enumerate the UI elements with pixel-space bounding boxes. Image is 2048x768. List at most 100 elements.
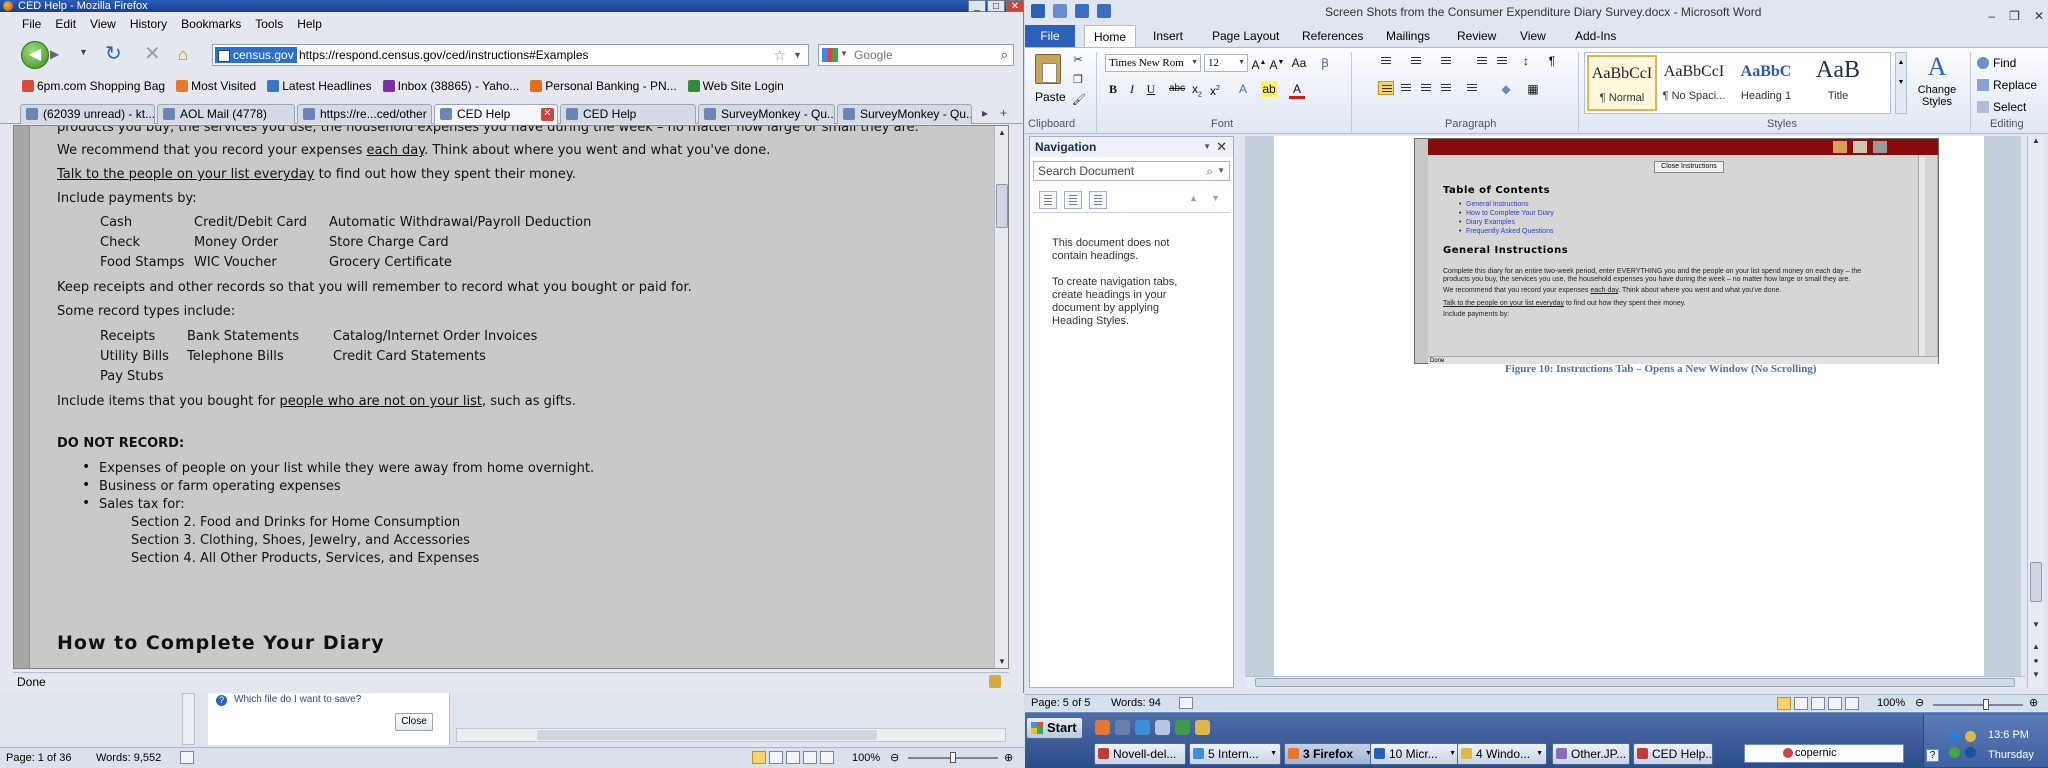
search-document-field[interactable]: Search Document ⌕ ▼ [1033,161,1230,181]
tab-census-other[interactable]: https://re...ced/other [297,104,432,124]
draft-view-icon[interactable] [1845,697,1859,710]
proofing-icon[interactable] [1179,697,1193,709]
scroll-thumb[interactable] [2030,562,2042,602]
scroll-up-icon[interactable]: ▲ [996,126,1008,139]
url-dropdown-icon[interactable]: ▼ [793,45,802,65]
minimize-button[interactable]: _ [968,0,986,12]
taskbar-windows-explorer[interactable]: 4 Windo... ▼ [1457,743,1547,765]
word-count[interactable]: Words: 94 [1111,695,1161,712]
lock-icon[interactable] [989,675,1001,688]
change-styles-button[interactable]: A Change Styles [1912,52,1962,112]
ie-quicklaunch-icon[interactable] [1135,720,1150,735]
page-count[interactable]: Page: 1 of 36 [6,748,71,768]
bookmark-item[interactable]: Personal Banking - PN... [530,76,677,96]
volume-icon[interactable] [1965,731,1976,742]
zoom-slider-knob[interactable] [950,752,956,763]
document-vertical-scrollbar[interactable]: ▲ ▼ ▲ ● ▼ [2027,136,2044,688]
tab-scroll-icon[interactable]: ▸ [982,106,988,120]
page-vertical-scrollbar[interactable]: ▲ ▼ [994,126,1008,668]
multilevel-list-icon[interactable] [1438,54,1454,68]
bookmark-item[interactable]: 6pm.com Shopping Bag [22,76,165,96]
calculator-quicklaunch-icon[interactable] [1155,720,1170,735]
superscript-icon[interactable]: x2 [1207,81,1223,98]
zoom-slider-knob[interactable] [1983,699,1989,710]
change-case-icon[interactable]: Aa [1291,55,1307,71]
tab-home[interactable]: Home [1084,25,1137,48]
shading-icon[interactable]: ◆ [1498,81,1514,97]
paste-icon[interactable] [1035,54,1061,84]
dropdown-icon[interactable]: ▼ [1238,55,1245,71]
history-dropdown-icon[interactable]: ▼ [79,47,88,57]
redo-icon[interactable] [1097,4,1111,18]
zoom-out-icon[interactable]: ⊖ [1915,695,1924,712]
align-center-icon[interactable] [1398,81,1414,95]
close-tab-icon[interactable]: ✕ [541,108,554,121]
folder-quicklaunch-icon[interactable] [1195,720,1210,735]
style-no-spacing[interactable]: AaBbCcI ¶ No Spaci... [1659,55,1729,111]
print-layout-view-icon[interactable] [752,751,766,764]
highlight-icon[interactable]: ab [1261,81,1277,97]
word-count[interactable]: Words: 9,552 [96,748,161,768]
full-screen-view-icon[interactable] [769,751,783,764]
search-input[interactable] [854,47,984,63]
increase-indent-icon[interactable] [1494,54,1510,68]
page-count[interactable]: Page: 5 of 5 [1031,695,1090,712]
search-dropdown-icon[interactable]: ▼ [1217,162,1225,180]
select-button[interactable]: Select [1977,96,2037,118]
shrink-font-icon[interactable]: A▼ [1269,55,1285,72]
draft-view-icon[interactable] [820,751,834,764]
tab-aol-mail[interactable]: AOL Mail (4778) [157,104,295,124]
print-layout-view-icon[interactable] [1777,697,1791,710]
taskbar-word[interactable]: 10 Micr... ▼ [1370,743,1460,765]
tab-surveymonkey-1[interactable]: SurveyMonkey - Qu... [698,104,835,124]
proofing-icon[interactable] [180,751,194,764]
search-icon[interactable]: ⌕ [1001,47,1008,63]
browse-object-icon[interactable]: ● [2030,656,2042,665]
bookmark-item[interactable]: Inbox (38865) - Yaho... [382,76,519,96]
media-quicklaunch-icon[interactable] [1115,720,1130,735]
dropdown-icon[interactable]: ▼ [1191,55,1198,71]
tab-file[interactable]: File [1025,25,1075,47]
results-view-tab[interactable] [1089,191,1107,209]
tab-review[interactable]: Review [1457,25,1496,47]
undo-icon[interactable] [1075,4,1089,18]
bookmark-item[interactable]: Latest Headlines [267,76,372,96]
save-icon[interactable] [1053,4,1067,18]
google-engine-icon[interactable] [822,48,838,62]
clock-time[interactable]: 13:6 PM [1988,729,2029,741]
taskbar-ced-help[interactable]: CED Help.... [1633,743,1713,765]
left-horizontal-scrollbar[interactable] [456,728,1006,742]
clock-day[interactable]: Thursday [1988,749,2034,761]
numbering-icon[interactable] [1408,54,1424,68]
maximize-button[interactable]: □ [987,0,1005,12]
taskbar-novell[interactable]: Novell-del... [1094,743,1186,765]
subscript-icon[interactable]: x2 [1189,81,1205,98]
zoom-in-icon[interactable]: ⊕ [2029,695,2038,712]
zoom-slider[interactable] [1933,699,2023,710]
document-horizontal-scrollbar[interactable] [1245,676,2025,689]
zoom-in-icon[interactable]: ⊕ [1004,748,1013,768]
borders-icon[interactable]: ▦ [1525,81,1541,97]
underline-icon[interactable]: U [1143,81,1159,97]
messenger-icon[interactable] [1965,747,1976,758]
justify-icon[interactable] [1438,81,1454,95]
network-icon[interactable] [1949,731,1960,742]
left-vertical-scrollbar[interactable] [182,693,195,745]
menu-file[interactable]: File [22,14,41,34]
styles-more-icon[interactable]: ▲ ▼ [1895,52,1907,114]
tab-insert[interactable]: Insert [1153,25,1183,47]
decrease-indent-icon[interactable] [1474,54,1490,68]
zoom-level[interactable]: 100% [1877,695,1905,712]
pages-view-tab[interactable] [1064,191,1082,209]
menu-help[interactable]: Help [297,14,322,34]
style-title[interactable]: AaB Title [1803,55,1873,111]
font-color-icon[interactable]: A [1289,81,1305,99]
search-icon[interactable]: ⌕ [1206,162,1213,180]
next-heading-icon[interactable]: ▼ [1211,193,1220,203]
grow-font-icon[interactable]: A▲ [1251,55,1267,72]
tab-page-layout[interactable]: Page Layout [1212,25,1279,47]
zoom-out-icon[interactable]: ⊖ [890,748,899,768]
forward-button[interactable]: ▶ [50,47,68,63]
align-left-icon[interactable] [1378,81,1394,95]
home-icon[interactable]: ⌂ [178,45,188,65]
